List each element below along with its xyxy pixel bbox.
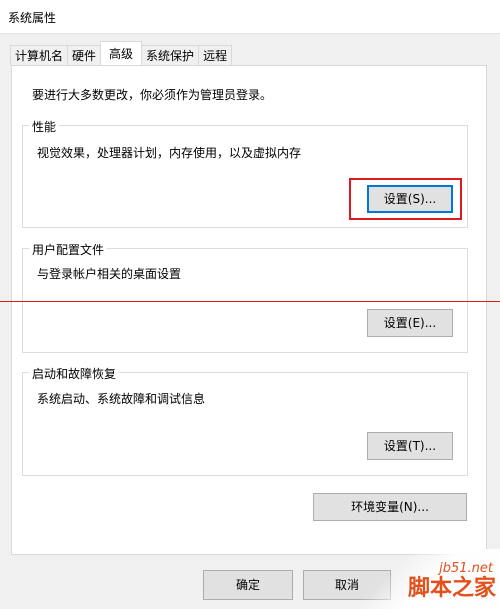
title-bar: 系统属性 <box>0 0 500 34</box>
performance-group-title: 性能 <box>29 118 60 135</box>
highlight-box <box>349 178 462 220</box>
watermark: jb51.net 脚本之家 <box>346 561 496 607</box>
watermark-brand: 脚本之家 <box>407 575 496 601</box>
admin-note: 要进行大多数更改，你必须作为管理员登录。 <box>32 88 273 102</box>
performance-description: 视觉效果，处理器计划，内存使用，以及虚拟内存 <box>37 146 302 160</box>
user-profiles-settings-button[interactable]: 设置(E)... <box>367 309 453 337</box>
tab-hardware[interactable]: 硬件 <box>67 45 102 65</box>
tab-computer-name[interactable]: 计算机名 <box>10 45 69 65</box>
highlight-line <box>0 301 500 302</box>
startup-recovery-group-title: 启动和故障恢复 <box>29 365 120 382</box>
startup-recovery-description: 系统启动、系统故障和调试信息 <box>37 392 206 406</box>
tab-remote[interactable]: 远程 <box>198 45 233 65</box>
user-profiles-group-title: 用户配置文件 <box>29 241 108 258</box>
tab-strip: 计算机名 硬件 高级 系统保护 远程 <box>10 41 233 65</box>
watermark-site: jb51.net <box>439 561 493 576</box>
tab-system-protection[interactable]: 系统保护 <box>141 45 200 65</box>
startup-recovery-group: 启动和故障恢复 系统启动、系统故障和调试信息 <box>22 365 468 476</box>
startup-recovery-settings-button[interactable]: 设置(T)... <box>367 432 453 460</box>
ok-button[interactable]: 确定 <box>203 570 293 600</box>
window-title: 系统属性 <box>8 11 57 25</box>
environment-variables-button[interactable]: 环境变量(N)... <box>313 493 467 521</box>
tab-advanced[interactable]: 高级 <box>100 41 143 65</box>
user-profiles-description: 与登录帐户相关的桌面设置 <box>37 267 182 281</box>
